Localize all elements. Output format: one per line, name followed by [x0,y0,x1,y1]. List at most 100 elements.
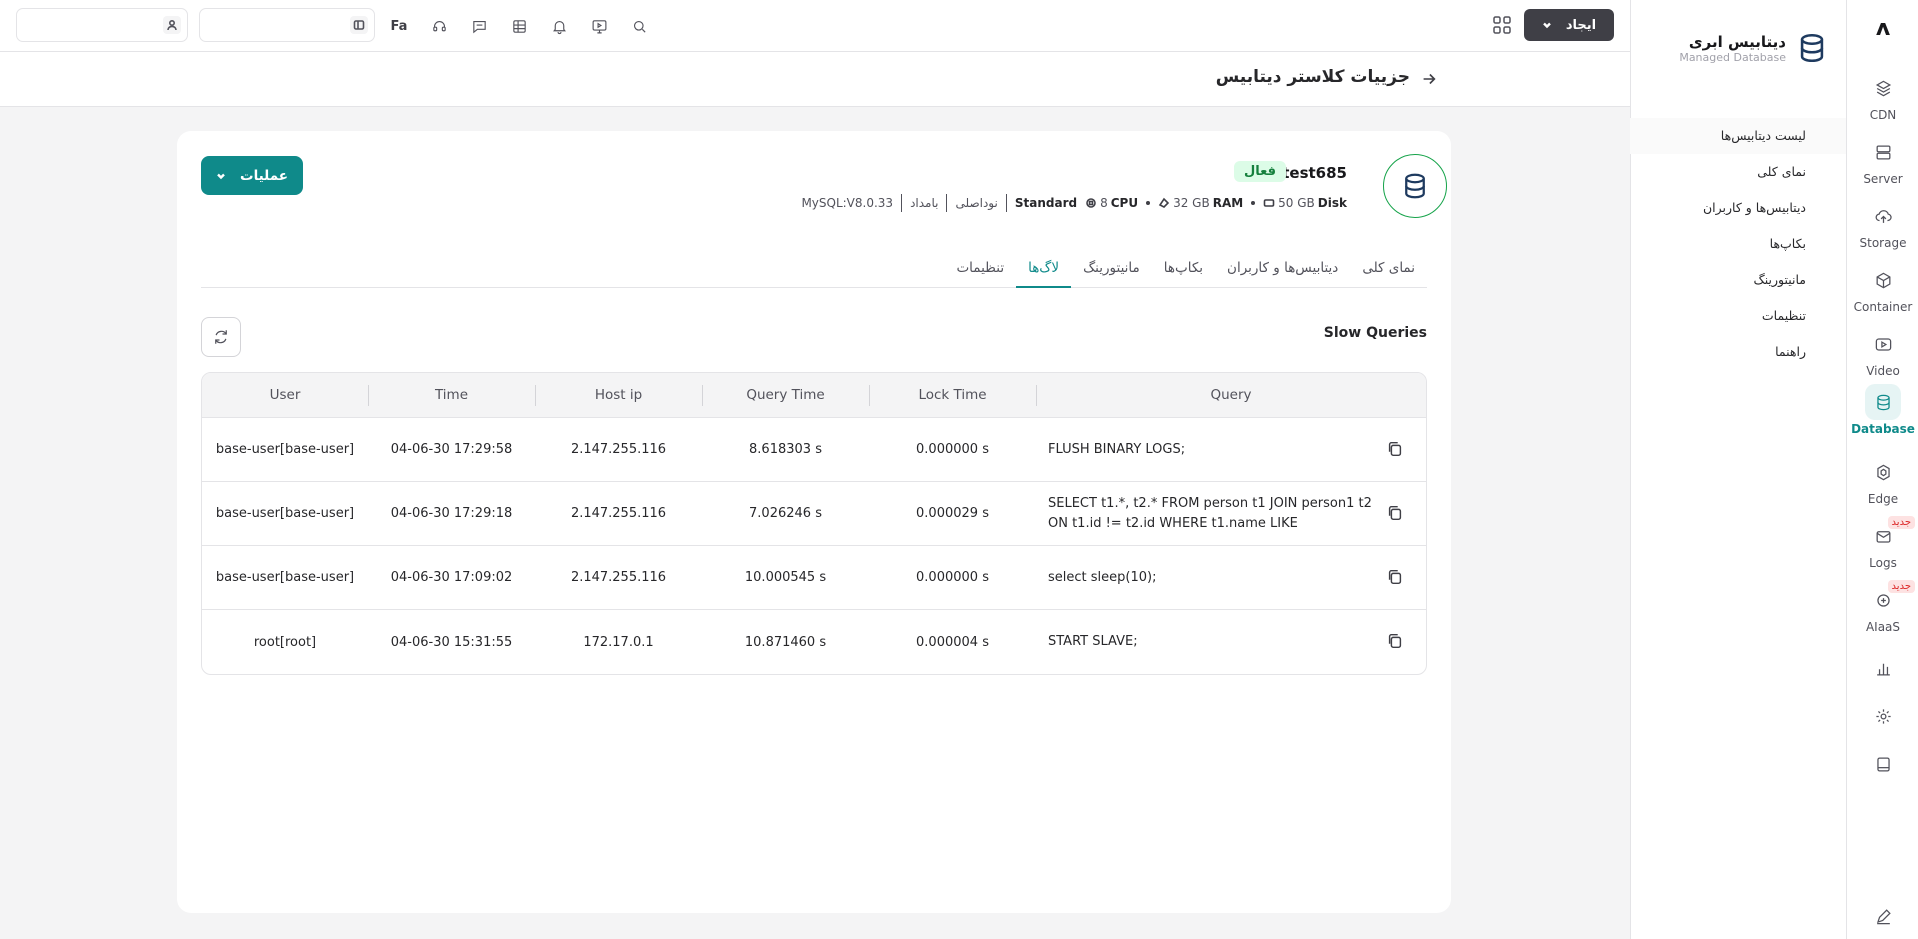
cell-lock-time: 0.000004 s [916,634,989,650]
rail-label: Video [1866,364,1900,378]
subnav-item-monitoring[interactable]: مانیتورینگ [1630,262,1846,298]
rail-label: Server [1863,172,1903,186]
subnav-item-databases-users[interactable]: دیتابیس‌ها و کاربران [1630,190,1846,226]
create-button[interactable]: ایجاد [1524,9,1614,41]
product-title: دیتابیس ابری [1688,32,1786,51]
subnav-item-help[interactable]: راهنما [1630,334,1846,370]
rail-item-server[interactable]: Server [1847,134,1918,194]
column-header-query: Query [1036,373,1426,417]
status-badge: فعال [1233,161,1286,182]
rail-item-container[interactable]: Container [1847,262,1918,322]
tab-databases-users[interactable]: دیتابیس‌ها و کاربران [1215,253,1350,288]
project-input[interactable] [200,9,374,41]
cell-query: START SLAVE; [1036,610,1426,674]
subnav-item-database-list[interactable]: لیست دیتابیس‌ها [1630,118,1846,154]
copy-icon[interactable] [1386,440,1406,460]
copy-icon[interactable] [1386,568,1406,588]
cell-query: select sleep(10); [1036,546,1426,609]
table-icon[interactable] [507,14,531,38]
rail-item-edge[interactable]: Edge [1847,454,1918,514]
spec-dot [1146,201,1151,205]
page-header: جزییات کلاستر دیتابیس [0,52,1630,107]
query-text: select sleep(10); [1048,569,1157,585]
copy-icon[interactable] [1386,632,1406,652]
cell-lock-time: 0.000000 s [916,570,989,585]
user-icon [163,16,181,34]
column-header-time: Time [368,373,535,417]
language-toggle[interactable]: Fa [387,19,411,34]
cluster-specs: 50 GB Disk 32 GB RAM 8 CPU Standard نودا… [801,194,1347,212]
type-label: بامداد [910,196,939,210]
arrow-right-icon[interactable] [1420,70,1440,90]
cell-user: root[root] [253,634,317,650]
rail-label: Container [1853,300,1913,314]
rail-item-logs[interactable]: جدید Logs [1847,516,1918,578]
bell-icon[interactable] [547,14,571,38]
table-header: User Time Host ip Query Time Lock Time Q… [202,373,1426,418]
rail-item-docs[interactable] [1847,746,1918,782]
cell-query-time: 7.026246 s [749,506,822,521]
rail-item-cdn[interactable]: CDN [1847,70,1918,130]
account-input[interactable] [17,9,187,41]
rail-item-reports[interactable] [1847,650,1918,686]
rail-item-storage[interactable]: Storage [1847,198,1918,258]
disk-label: Disk [1317,196,1347,210]
column-header-user: User [269,387,301,403]
copy-icon[interactable] [1386,504,1406,524]
video-icon [1865,326,1901,362]
cell-time: 04-06-30 17:09:02 [390,570,513,585]
disk-spec: 50 GB Disk [1263,196,1347,210]
column-header-query-time: Query Time [702,373,869,417]
storage-icon [1865,198,1901,234]
cell-host-ip: 2.147.255.116 [570,506,667,521]
rail-label: Storage [1859,236,1907,250]
cell-time: 04-06-30 17:29:18 [390,506,513,521]
monitor-icon[interactable] [587,14,611,38]
page-title: جزییات کلاستر دیتابیس [1215,67,1410,87]
cpu-icon [1086,198,1096,208]
search-icon[interactable] [627,14,651,38]
disk-icon [1263,199,1275,207]
support-icon[interactable] [427,14,451,38]
ram-label: RAM [1212,196,1244,210]
new-badge: جدید [1887,580,1915,593]
database-icon [1865,384,1901,420]
query-text: SELECT t1.*, t2.* FROM person t1 JOIN pe… [1048,495,1372,531]
tab-settings[interactable]: تنظیمات [944,253,1016,288]
section-title: Slow Queries [1323,325,1427,341]
panel-icon [350,16,368,34]
subnav-item-overview[interactable]: نمای کلی [1630,154,1846,190]
sub-sidebar: دیتابیس ابری Managed Database لیست دیتاب… [1630,0,1846,939]
rail-item-settings[interactable] [1847,698,1918,734]
column-header-host-ip: Host ip [535,373,702,417]
cdn-icon [1865,70,1901,106]
rail-item-database[interactable]: Database [1847,384,1918,444]
cell-query: SELECT t1.*, t2.* FROM person t1 JOIN pe… [1036,482,1426,545]
refresh-button[interactable] [201,317,241,357]
slow-queries-table: User Time Host ip Query Time Lock Time Q… [201,372,1427,675]
operations-button[interactable]: عملیات [201,156,303,195]
icon-rail: ʌ CDN Server Storage Container Video Dat… [1846,0,1918,939]
subnav-item-backups[interactable]: بکاپ‌ها [1630,226,1846,262]
rail-item-aiaas[interactable]: جدید AIaaS [1847,580,1918,642]
tab-logs[interactable]: لاگ‌ها [1016,253,1072,288]
table-row: root[root] 04-06-30 15:31:55 172.17.0.1 … [202,610,1426,674]
top-bar: ایجاد Fa [0,0,1630,52]
rail-item-video[interactable]: Video [1847,326,1918,386]
apps-grid-icon[interactable] [1492,15,1512,35]
tab-overview[interactable]: نمای کلی [1350,253,1427,288]
account-field[interactable] [16,8,188,42]
container-icon [1865,262,1901,298]
cell-host-ip: 2.147.255.116 [570,442,667,457]
table-row: base-user[base-user] 04-06-30 17:09:02 2… [202,546,1426,610]
query-text: FLUSH BINARY LOGS; [1048,441,1186,457]
project-field[interactable] [199,8,375,42]
cell-query-time: 10.871460 s [744,634,827,650]
tab-monitoring[interactable]: مانیتورینگ [1071,253,1152,288]
subnav-item-settings[interactable]: تنظیمات [1630,298,1846,334]
app-logo[interactable]: ʌ [1847,16,1918,41]
version-label: MySQL:V8.0.33 [801,196,894,210]
rail-item-edit[interactable] [1847,898,1918,934]
tab-backups[interactable]: بکاپ‌ها [1152,253,1215,288]
chat-icon[interactable] [467,14,491,38]
